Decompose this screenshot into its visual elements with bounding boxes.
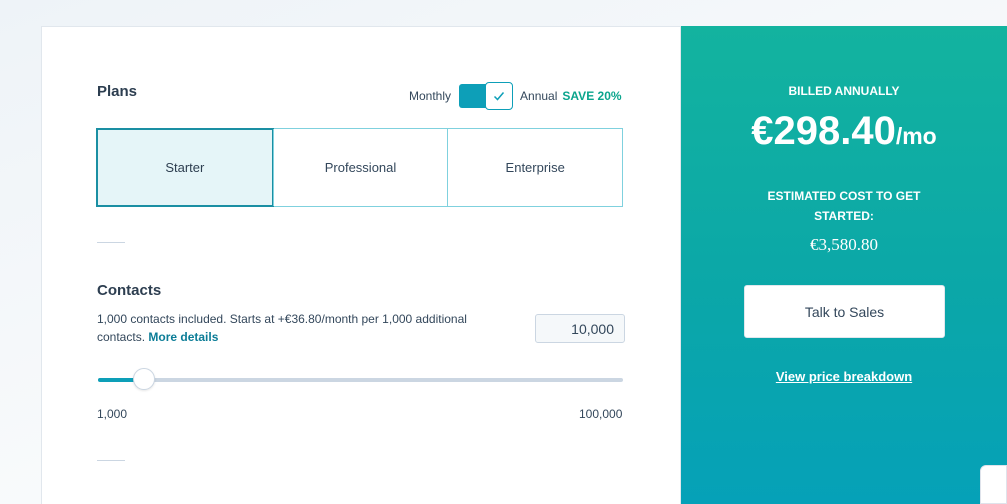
price-amount: €298.40 (751, 109, 896, 153)
monthly-label[interactable]: Monthly (409, 89, 451, 103)
divider (97, 242, 125, 243)
contacts-description: 1,000 contacts included. Starts at +€36.… (97, 310, 517, 346)
monthly-price: €298.40/mo (681, 109, 1007, 154)
billed-annually-label: BILLED ANNUALLY (788, 84, 900, 98)
billing-toggle[interactable] (459, 82, 514, 110)
price-unit: /mo (895, 123, 937, 149)
tab-professional[interactable]: Professional (272, 129, 448, 206)
price-summary-panel: BILLED ANNUALLY €298.40/mo ESTIMATED COS… (681, 26, 1007, 504)
contacts-slider-track[interactable] (98, 378, 623, 382)
contacts-slider-thumb[interactable] (133, 368, 155, 390)
checkmark-icon (494, 92, 505, 101)
talk-to-sales-button[interactable]: Talk to Sales (744, 285, 945, 338)
view-price-breakdown-link[interactable]: View price breakdown (681, 369, 1007, 384)
toggle-knob[interactable] (485, 82, 514, 110)
annual-label[interactable]: Annual (520, 89, 557, 103)
tab-starter[interactable]: Starter (96, 128, 274, 207)
chat-widget-tab[interactable] (980, 465, 1007, 504)
estimated-cost-value: €3,580.80 (810, 235, 878, 254)
billing-toggle-row: Monthly Annual SAVE 20% (409, 82, 622, 110)
contacts-input[interactable] (535, 314, 625, 343)
divider (97, 460, 125, 461)
save-badge: SAVE 20% (562, 89, 622, 103)
plans-title: Plans (97, 83, 138, 100)
contacts-title: Contacts (97, 282, 162, 299)
estimated-cost-label: ESTIMATED COST TO GET STARTED: (767, 189, 921, 223)
slider-max-label: 100,000 (579, 407, 623, 421)
tab-enterprise[interactable]: Enterprise (447, 129, 623, 206)
slider-min-label: 1,000 (97, 407, 128, 421)
plan-tabs: Starter Professional Enterprise (96, 128, 623, 207)
plan-configurator: Plans Monthly Annual SAVE 20% Starter Pr… (41, 26, 681, 504)
more-details-link[interactable]: More details (148, 330, 218, 344)
